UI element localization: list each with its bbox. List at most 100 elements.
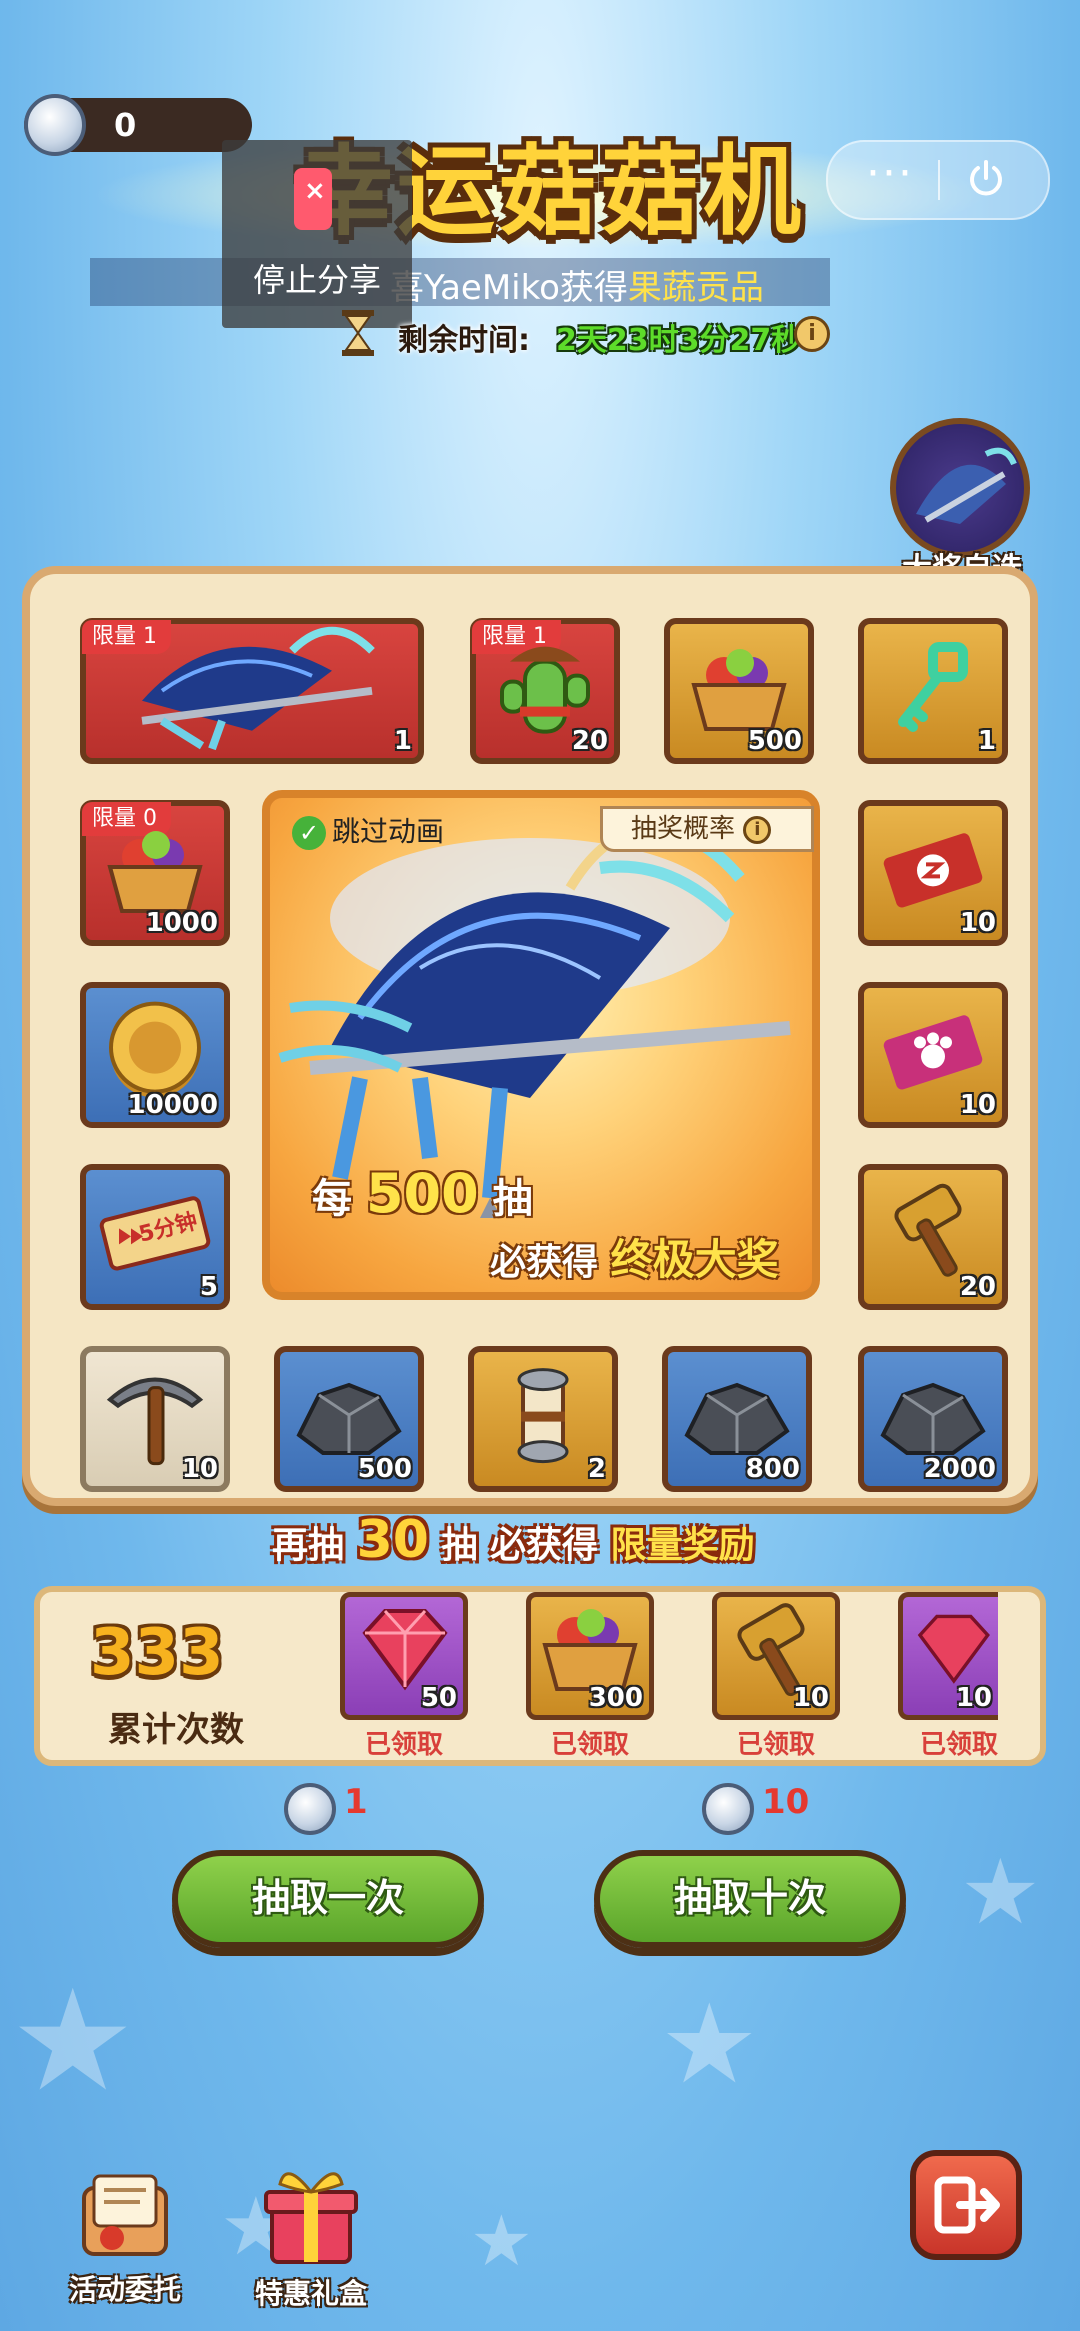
gem-icon [362, 1609, 448, 1691]
skip-animation-toggle[interactable]: ✓ 跳过动画 [292, 810, 444, 850]
prize-tile-coin: 10000 [80, 982, 230, 1128]
fruit-basket-icon [542, 1609, 638, 1691]
ore-icon [880, 1382, 986, 1455]
special-gift-button[interactable]: 特惠礼盒 [236, 2160, 386, 2312]
reward-status: 已领取 [550, 1730, 629, 1760]
timer-info-icon[interactable]: i [794, 316, 830, 352]
key-icon [898, 642, 968, 732]
prize-tile-speedup: 5分钟 5 [80, 1164, 230, 1310]
scroll-icon [517, 1368, 569, 1464]
tile-qty: 10000 [127, 1090, 218, 1120]
draw-odds-button[interactable]: 抽奖概率 i [600, 806, 814, 852]
red-ticket-icon [883, 833, 983, 908]
pity-num: 30 [356, 1510, 429, 1570]
draw-ten-button[interactable]: 抽取十次 [594, 1850, 906, 1948]
gem-icon [917, 1614, 990, 1684]
cumulative-count-label: 累计次数 [108, 1710, 244, 1750]
reward-status: 已领取 [364, 1730, 443, 1760]
coin-balance-value: 0 [114, 106, 137, 144]
single-draw-cost-value: 1 [344, 1782, 368, 1822]
pity-prefix: 再抽 [272, 1525, 345, 1566]
silver-coin-icon [24, 94, 86, 156]
pity-mid: 抽 必获得 [441, 1525, 599, 1566]
pity-banner: 再抽 30 抽 必获得 限量奖励 [272, 1510, 755, 1570]
reward-slot-hammer[interactable]: 10 [712, 1592, 840, 1720]
guarantee-prize: 终极大奖 [610, 1235, 779, 1284]
prize-tile-ore: 2000 [858, 1346, 1008, 1492]
paw-ticket-icon [883, 1015, 983, 1090]
prize-tile-hammer: 20 [858, 1164, 1008, 1310]
tile-qty: 800 [745, 1454, 800, 1484]
silver-coin-icon [702, 1782, 754, 1835]
prize-tile-basket: 500 [664, 618, 814, 764]
reward-slot-gem[interactable]: 50 [340, 1592, 468, 1720]
power-icon[interactable] [964, 156, 1008, 200]
grand-prize-fan-icon [890, 418, 1030, 558]
odds-info-icon: i [743, 815, 772, 844]
tile-qty: 1000 [145, 908, 218, 938]
every-num: 500 [365, 1162, 479, 1225]
tile-qty: 10 [181, 1454, 218, 1484]
background-star-icon: ★ [470, 2200, 533, 2282]
draw-odds-label: 抽奖概率 [631, 814, 736, 844]
draw-once-button[interactable]: 抽取一次 [172, 1850, 484, 1948]
more-icon[interactable]: ··· [866, 148, 914, 199]
tile-qty: 1 [977, 726, 996, 756]
cumulative-count: 333 [90, 1616, 224, 1690]
tile-qty: 10 [959, 908, 996, 938]
tile-qty: 2000 [923, 1454, 996, 1484]
fruit-basket-icon [107, 831, 203, 913]
every-n-draws-text: 每 500 抽 [312, 1162, 533, 1225]
commission-letter-icon [82, 2174, 168, 2256]
skip-animation-label: 跳过动画 [332, 815, 445, 848]
reward-qty: 10 [792, 1683, 829, 1713]
prize-tile-pickaxe: 10 [80, 1346, 230, 1492]
reward-slot-basket[interactable]: 300 [526, 1592, 654, 1720]
fruit-basket-icon [691, 649, 787, 731]
reward-qty: 300 [588, 1683, 643, 1713]
capsule-divider [938, 160, 940, 200]
reward-qty: 10 [955, 1683, 992, 1713]
fan-icon [141, 626, 375, 751]
ore-icon [296, 1382, 402, 1455]
ticker-item: 果蔬贡品 [627, 268, 764, 308]
exit-button[interactable] [910, 2150, 1022, 2260]
guarantee-prefix: 必获得 [490, 1242, 599, 1283]
single-draw-cost: 1 [284, 1782, 368, 1835]
every-suffix: 抽 [492, 1176, 533, 1222]
prize-tile-ore: 800 [662, 1346, 812, 1492]
ten-draw-cost-value: 10 [762, 1782, 810, 1822]
reward-status: 已领取 [736, 1730, 815, 1760]
grand-prize-select-button[interactable]: 大奖自选 [878, 418, 1046, 587]
prize-tile-scroll: 2 [468, 1346, 618, 1492]
tile-qty: 20 [571, 726, 608, 756]
tile-qty: 20 [959, 1272, 996, 1302]
ore-icon [684, 1382, 790, 1455]
mini-program-capsule: ··· [826, 140, 1050, 220]
timer-label: 剩余时间: [398, 323, 530, 358]
prize-tile-key: 1 [858, 618, 1008, 764]
special-gift-label: 特惠礼盒 [254, 2277, 367, 2310]
background-star-icon: ★ [660, 1980, 759, 2108]
prize-tile-cactus: 限量 1 20 [470, 618, 620, 764]
exit-icon [934, 2176, 1000, 2234]
event-commission-button[interactable]: 活动委托 [50, 2168, 200, 2308]
reward-qty: 50 [420, 1683, 457, 1713]
reward-slot-gem[interactable]: 10 [898, 1592, 998, 1720]
tile-qty: 500 [747, 726, 802, 756]
timer-value: 2天23时3分27秒 [556, 323, 802, 358]
ten-draw-cost: 10 [702, 1782, 809, 1835]
hourglass-icon [342, 310, 374, 356]
stop-share-label: 停止分享 [252, 261, 381, 299]
reward-status: 已领取 [920, 1730, 998, 1760]
tile-qty: 10 [959, 1090, 996, 1120]
tile-qty: 500 [357, 1454, 412, 1484]
prize-tile-ticket-red: 10 [858, 800, 1008, 946]
every-prefix: 每 [312, 1176, 352, 1222]
tile-qty: 5 [199, 1272, 218, 1302]
fan-icon [916, 447, 1017, 524]
tile-qty: 2 [587, 1454, 606, 1484]
checkmark-icon: ✓ [292, 816, 326, 850]
guarantee-text: 必获得 终极大奖 [490, 1226, 779, 1287]
prize-tile-basket: 限量 0 1000 [80, 800, 230, 946]
